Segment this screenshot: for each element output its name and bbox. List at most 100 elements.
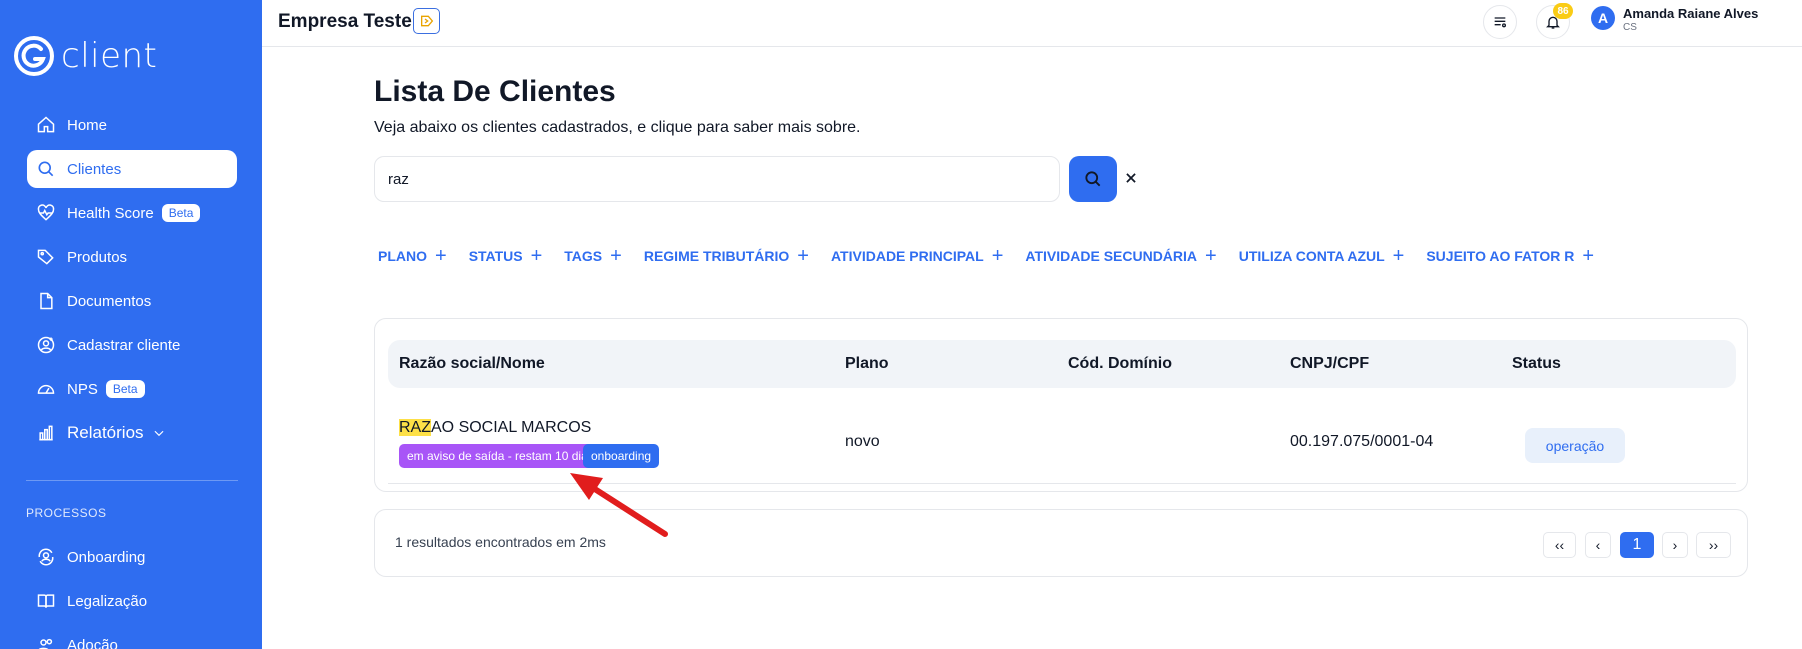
column-header-cnpj-cpf[interactable]: CNPJ/CPF [1290, 355, 1369, 373]
chevron-down-icon [152, 426, 166, 440]
sidebar-item-onboarding[interactable]: Onboarding [27, 538, 237, 576]
sidebar-item-label: NPS [67, 380, 98, 398]
status-badge[interactable]: operação [1525, 428, 1625, 463]
sidebar: client Home Clientes Health Score Beta P… [0, 0, 262, 649]
gauge-icon [35, 378, 57, 400]
users-icon [35, 634, 57, 649]
sidebar-item-produtos[interactable]: Produtos [27, 238, 237, 276]
sidebar-item-label: Health Score [67, 204, 154, 222]
search-icon [1085, 171, 1101, 187]
table-footer: 1 resultados encontrados em 2ms ‹‹ ‹ 1 ›… [374, 509, 1748, 577]
sidebar-item-clientes[interactable]: Clientes [27, 150, 237, 188]
plano-cell: novo [845, 433, 880, 450]
filter-tags[interactable]: TAGS + [564, 245, 622, 267]
next-page-button[interactable]: › [1662, 532, 1688, 558]
sidebar-item-documentos[interactable]: Documentos [27, 282, 237, 320]
user-cycle-icon [35, 546, 57, 568]
sidebar-item-nps[interactable]: NPS Beta [27, 370, 237, 408]
beta-badge: Beta [161, 204, 201, 222]
sidebar-item-adocao[interactable]: Adoção [27, 626, 237, 649]
sidebar-item-relatorios[interactable]: Relatórios [27, 414, 237, 452]
last-page-button[interactable]: ›› [1696, 532, 1731, 558]
client-name-rest: AO SOCIAL MARCOS [431, 419, 592, 436]
sidebar-process-nav: Onboarding Legalização Adoção [27, 538, 237, 649]
search-input[interactable] [374, 156, 1060, 202]
menu-button[interactable] [1483, 5, 1517, 39]
filter-bar: PLANO + STATUS + TAGS + REGIME TRIBUTÁRIO + … [378, 246, 1616, 266]
company-name: Empresa Teste [278, 11, 412, 32]
filter-sujeito-fator-r[interactable]: SUJEITO AO FATOR R + [1426, 245, 1595, 267]
sidebar-item-label: Home [67, 116, 108, 134]
sidebar-item-health-score[interactable]: Health Score Beta [27, 194, 237, 232]
tag-arrow-icon [420, 15, 433, 27]
heart-pulse-icon [35, 202, 57, 224]
book-icon [35, 590, 57, 612]
table-row[interactable]: RAZAO SOCIAL MARCOS em aviso de saída - … [388, 404, 1736, 484]
plus-icon: + [991, 245, 1004, 267]
notifications-button[interactable]: 86 [1536, 3, 1573, 39]
bar-chart-icon [35, 422, 57, 444]
company-switch-button[interactable] [413, 8, 440, 34]
filter-utiliza-conta-azul[interactable]: UTILIZA CONTA AZUL + [1238, 246, 1405, 266]
sidebar-item-legalizacao[interactable]: Legalização [27, 582, 237, 620]
search-icon [35, 158, 57, 180]
plus-icon: + [435, 245, 447, 267]
search-button[interactable] [1069, 156, 1117, 202]
user-add-icon [35, 334, 57, 356]
sidebar-item-label: Documentos [67, 292, 152, 310]
prev-page-button[interactable]: ‹ [1585, 532, 1611, 558]
client-name: RAZAO SOCIAL MARCOS [399, 419, 591, 437]
avatar[interactable]: A [1591, 6, 1615, 30]
filter-plano[interactable]: PLANO + [378, 245, 447, 267]
user-role: CS [1623, 22, 1637, 33]
notification-count-badge: 86 [1553, 3, 1573, 19]
exit-notice-tag: em aviso de saída - restam 10 dias [399, 444, 602, 468]
home-icon [35, 114, 57, 136]
close-icon [1126, 173, 1136, 183]
page-title: Lista De Clientes [374, 75, 616, 108]
clear-search-button[interactable] [1121, 168, 1141, 188]
filter-label: REGIME TRIBUTÁRIO [643, 248, 790, 264]
plus-icon: + [530, 245, 543, 267]
first-page-button[interactable]: ‹‹ [1543, 532, 1576, 558]
logo-text: client [61, 36, 158, 76]
beta-badge: Beta [105, 380, 145, 398]
filter-label: STATUS [468, 248, 523, 264]
filter-regime-tributario[interactable]: REGIME TRIBUTÁRIO + [643, 246, 809, 266]
plus-icon: + [610, 245, 622, 267]
column-header-cod-dominio[interactable]: Cód. Domínio [1068, 355, 1172, 373]
section-label-processos: PROCESSOS [26, 506, 107, 520]
logo-icon [14, 36, 54, 76]
cnpj-cell: 00.197.075/0001-04 [1290, 433, 1434, 450]
tag-icon [35, 246, 57, 268]
document-icon [35, 290, 57, 312]
app: client Home Clientes Health Score Beta P… [0, 0, 1802, 649]
filter-atividade-principal[interactable]: ATIVIDADE PRINCIPAL + [831, 245, 1004, 267]
logo[interactable]: client [13, 34, 157, 78]
sidebar-item-label: Cadastrar cliente [67, 336, 181, 354]
results-count: 1 resultados encontrados em 2ms [395, 534, 606, 550]
user-name[interactable]: Amanda Raiane Alves [1623, 6, 1758, 21]
onboarding-tag: onboarding [583, 444, 660, 468]
sidebar-item-label: Clientes [67, 160, 122, 178]
sidebar-item-cadastrar-cliente[interactable]: Cadastrar cliente [27, 326, 237, 364]
list-settings-icon [1494, 17, 1506, 28]
sidebar-item-label: Relatórios [67, 423, 144, 442]
page-1-button[interactable]: 1 [1620, 532, 1654, 558]
plus-icon: + [1582, 245, 1595, 267]
column-header-status[interactable]: Status [1512, 355, 1561, 373]
sidebar-item-label: Adoção [67, 636, 118, 649]
sidebar-item-home[interactable]: Home [27, 106, 237, 144]
filter-label: TAGS [564, 248, 603, 264]
column-header-razao-social[interactable]: Razão social/Nome [399, 355, 545, 373]
table-header: Razão social/Nome Plano Cód. Domínio CNP… [388, 340, 1736, 388]
filter-status[interactable]: STATUS + [468, 245, 543, 267]
column-header-plano[interactable]: Plano [845, 355, 889, 373]
filter-atividade-secundaria[interactable]: ATIVIDADE SECUNDÁRIA + [1025, 246, 1216, 266]
filter-label: PLANO [378, 248, 427, 264]
sidebar-nav: Home Clientes Health Score Beta Produtos… [27, 106, 237, 458]
topbar: Empresa Teste 86 A Amanda Raiane Alves C… [262, 0, 1802, 47]
page-subtitle: Veja abaixo os clientes cadastrados, e c… [374, 119, 861, 136]
clients-table: Razão social/Nome Plano Cód. Domínio CNP… [374, 318, 1748, 492]
filter-label: UTILIZA CONTA AZUL [1238, 248, 1385, 264]
